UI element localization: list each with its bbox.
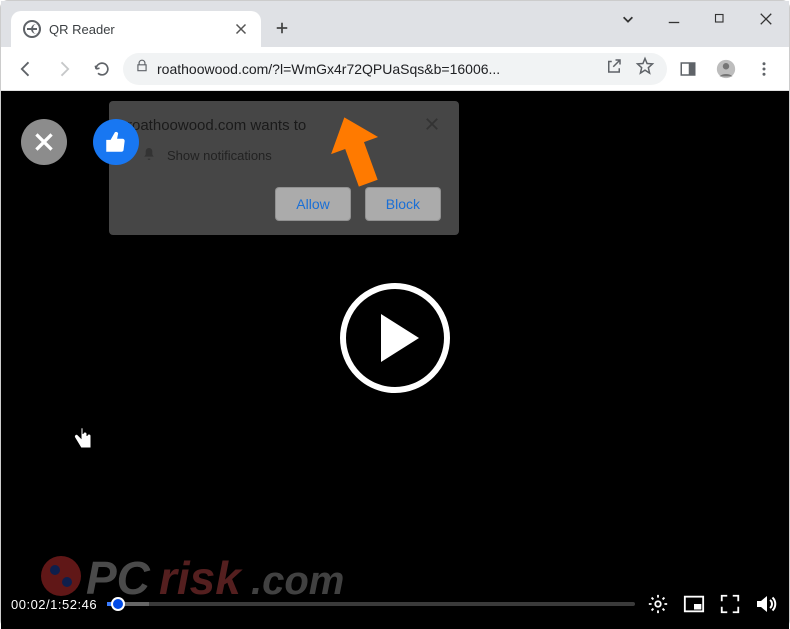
browser-tab[interactable]: QR Reader — [11, 11, 261, 47]
reload-button[interactable] — [85, 52, 119, 86]
minimize-button[interactable] — [651, 2, 697, 36]
picture-in-picture-icon[interactable] — [681, 591, 707, 617]
url-text: roathoowood.com/?l=WmGx4r72QPUaSqs&b=160… — [157, 61, 500, 77]
play-icon — [381, 314, 419, 362]
notification-title: roathoowood.com wants to — [127, 117, 306, 134]
progress-thumb[interactable] — [111, 597, 125, 611]
notification-overlay: roathoowood.com wants to Show notificati… — [21, 101, 459, 235]
settings-gear-icon[interactable] — [645, 591, 671, 617]
notification-subtext: Show notifications — [167, 148, 272, 163]
window-controls — [605, 1, 789, 47]
page-content: roathoowood.com wants to Show notificati… — [1, 91, 789, 629]
address-bar[interactable]: roathoowood.com/?l=WmGx4r72QPUaSqs&b=160… — [123, 53, 667, 85]
forward-button[interactable] — [47, 52, 81, 86]
fullscreen-icon[interactable] — [717, 591, 743, 617]
globe-icon — [23, 20, 41, 38]
tab-title: QR Reader — [49, 22, 225, 37]
notification-permission-popup: roathoowood.com wants to Show notificati… — [109, 101, 459, 235]
close-window-button[interactable] — [743, 2, 789, 36]
current-time: 00:02 — [11, 597, 46, 612]
menu-button[interactable] — [747, 52, 781, 86]
close-icon[interactable] — [425, 117, 441, 133]
new-tab-button[interactable] — [267, 13, 297, 43]
total-time: 1:52:46 — [50, 597, 97, 612]
cursor-hand-icon — [73, 426, 95, 457]
thumbs-up-icon — [93, 119, 139, 165]
bookmark-star-icon[interactable] — [635, 56, 655, 81]
time-display: 00:02/1:52:46 — [11, 597, 97, 612]
window-titlebar: QR Reader — [1, 1, 789, 47]
lock-icon — [135, 59, 149, 78]
dismiss-overlay-button[interactable] — [21, 119, 67, 165]
close-tab-button[interactable] — [233, 21, 249, 37]
tabs-dropdown-button[interactable] — [605, 2, 651, 36]
play-button[interactable] — [340, 283, 450, 393]
side-panel-button[interactable] — [671, 52, 705, 86]
progress-bar[interactable] — [107, 602, 635, 606]
bell-icon — [141, 146, 157, 165]
volume-icon[interactable] — [753, 591, 779, 617]
profile-button[interactable] — [709, 52, 743, 86]
pointer-arrow-annotation — [323, 115, 393, 200]
maximize-button[interactable] — [697, 2, 743, 36]
share-icon[interactable] — [605, 57, 623, 80]
video-controls: 00:02/1:52:46 — [11, 591, 779, 617]
browser-toolbar: roathoowood.com/?l=WmGx4r72QPUaSqs&b=160… — [1, 47, 789, 91]
back-button[interactable] — [9, 52, 43, 86]
